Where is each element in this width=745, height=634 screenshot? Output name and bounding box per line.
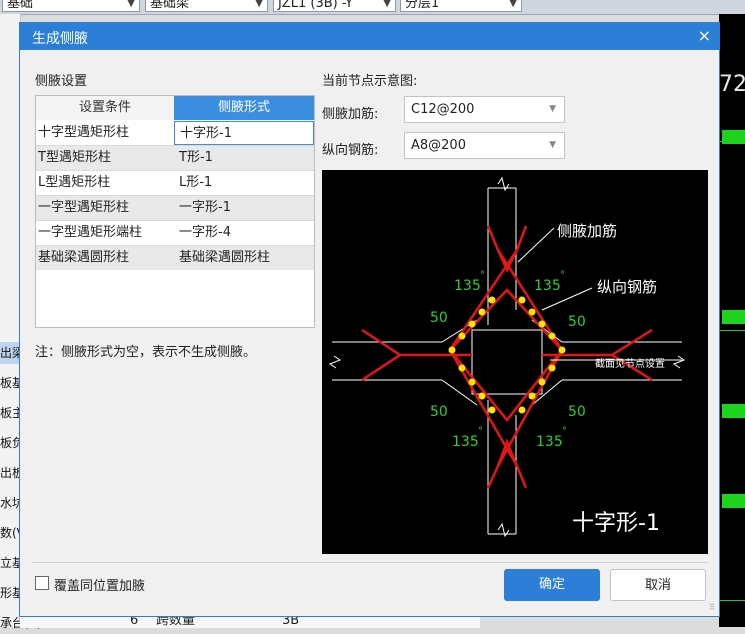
- canvas-line: [719, 141, 745, 142]
- dialog-title: 生成侧腋: [32, 31, 88, 47]
- chevron-down-icon: ▼: [127, 0, 135, 9]
- angle-label: 135: [534, 278, 561, 294]
- form-cell[interactable]: 一字形-4: [174, 221, 314, 245]
- diagram-label-long: 纵向钢筋: [597, 278, 657, 296]
- canvas-number: 72: [719, 72, 745, 97]
- table-row[interactable]: T型遇矩形柱 T形-1: [36, 146, 314, 170]
- node-preview: 侧腋加筋 纵向钢筋 截面见节点设置 135 ° 135 ° 50 50 50 5…: [322, 170, 708, 554]
- angle-label: 135: [452, 434, 479, 450]
- angle-label: 135: [454, 278, 481, 294]
- canvas-mark: [722, 494, 745, 508]
- dim-label: 50: [430, 404, 448, 420]
- diagram-caption: 十字形-1: [572, 511, 660, 536]
- overwrite-label: 覆盖同位置加腋: [54, 579, 146, 594]
- form-cell[interactable]: 一字形-1: [174, 196, 314, 220]
- chevron-down-icon: ▼: [383, 0, 391, 9]
- resize-grip-icon[interactable]: ⠿: [709, 604, 717, 614]
- long-rebar-select[interactable]: A8@200 ▼: [404, 132, 565, 159]
- long-rebar-label: 纵向钢筋:: [322, 143, 379, 158]
- condition-cell: 基础梁遇圆形柱: [38, 250, 130, 265]
- type-combo-value: 基础: [7, 0, 34, 11]
- node-diagram: 侧腋加筋 纵向钢筋 截面见节点设置 135 ° 135 ° 50 50 50 5…: [328, 176, 686, 538]
- diagram-label-haunch: 侧腋加筋: [557, 222, 617, 240]
- overwrite-checkbox[interactable]: [35, 576, 49, 590]
- condition-cell: L型遇矩形柱: [38, 175, 111, 190]
- table-row[interactable]: 一字型遇矩形端柱 一字形-4: [36, 221, 314, 245]
- type-combo[interactable]: 基础 ▼: [2, 0, 140, 12]
- chevron-down-icon: ▼: [509, 0, 517, 9]
- canvas-line: [719, 600, 745, 601]
- dim-label: 50: [430, 310, 448, 326]
- haunch-settings-table: 设置条件 侧腋形式 十字型遇矩形柱 十字形-1 T型遇矩形柱 T形-1 L型遇矩…: [35, 95, 315, 328]
- layer-combo[interactable]: 分层1 ▼: [400, 0, 522, 12]
- form-cell[interactable]: T形-1: [174, 146, 314, 170]
- element-combo-value: JZL1 (3B) -Y: [278, 0, 353, 11]
- degree-mark: °: [562, 426, 567, 437]
- col-header-form: 侧腋形式: [174, 96, 314, 120]
- chevron-down-icon: ▼: [549, 140, 556, 150]
- table-row[interactable]: L型遇矩形柱 L形-1: [36, 171, 314, 195]
- form-cell[interactable]: 基础梁遇圆形柱: [174, 246, 314, 270]
- haunch-rebar-value: C12@200: [411, 102, 475, 117]
- canvas-mark: [722, 404, 745, 418]
- diagram-label-section: 截面见节点设置: [595, 357, 665, 370]
- close-icon[interactable]: ×: [698, 26, 711, 45]
- subtype-combo-value: 基础梁: [150, 0, 190, 11]
- degree-mark: °: [478, 426, 483, 437]
- preview-title: 当前节点示意图:: [322, 74, 418, 89]
- angle-label: 135: [536, 434, 563, 450]
- table-row[interactable]: 一字型遇矩形柱 一字形-1: [36, 196, 314, 220]
- haunch-rebar-label: 侧腋加筋:: [322, 107, 379, 122]
- cancel-button[interactable]: 取消: [610, 569, 706, 601]
- ok-button[interactable]: 确定: [504, 569, 600, 601]
- form-cell[interactable]: 十字形-1: [174, 121, 314, 145]
- footer-divider: [32, 562, 708, 563]
- long-rebar-value: A8@200: [411, 138, 466, 153]
- condition-cell: 十字型遇矩形柱: [38, 125, 130, 140]
- canvas-mark: [722, 310, 745, 324]
- section-title: 侧腋设置: [35, 74, 88, 89]
- chevron-down-icon: ▼: [255, 0, 263, 9]
- form-cell[interactable]: L形-1: [174, 171, 314, 195]
- degree-mark: °: [480, 270, 485, 281]
- table-row[interactable]: 十字型遇矩形柱 十字形-1: [36, 121, 314, 145]
- subtype-combo[interactable]: 基础梁 ▼: [145, 0, 268, 12]
- table-row[interactable]: 基础梁遇圆形柱 基础梁遇圆形柱: [36, 246, 314, 270]
- canvas-line: [719, 330, 745, 331]
- dim-label: 50: [568, 404, 586, 420]
- dim-label: 50: [568, 314, 586, 330]
- layer-combo-value: 分层1: [405, 0, 440, 11]
- condition-cell: 一字型遇矩形端柱: [38, 225, 143, 240]
- condition-cell: 一字型遇矩形柱: [38, 200, 130, 215]
- app-toolbar: 基础 ▼ 基础梁 ▼ JZL1 (3B) -Y ▼ 分层1 ▼: [0, 0, 745, 15]
- element-combo[interactable]: JZL1 (3B) -Y ▼: [273, 0, 396, 12]
- property-panel: 出梁 板基 板主 板负 出板 水坑 数(V 立基 形基 承台(V): [0, 14, 42, 630]
- dialog-titlebar[interactable]: 生成侧腋 ×: [20, 23, 719, 50]
- condition-cell: T型遇矩形柱: [38, 150, 111, 165]
- generate-haunch-dialog: 生成侧腋 × 侧腋设置 设置条件 侧腋形式 十字型遇矩形柱 十字形-1 T型遇矩…: [19, 22, 720, 617]
- note-text: 注：侧腋形式为空，表示不生成侧腋。: [35, 345, 257, 360]
- chevron-down-icon: ▼: [549, 104, 556, 114]
- col-header-condition: 设置条件: [36, 96, 175, 120]
- haunch-rebar-select[interactable]: C12@200 ▼: [404, 96, 565, 123]
- degree-mark: °: [560, 270, 565, 281]
